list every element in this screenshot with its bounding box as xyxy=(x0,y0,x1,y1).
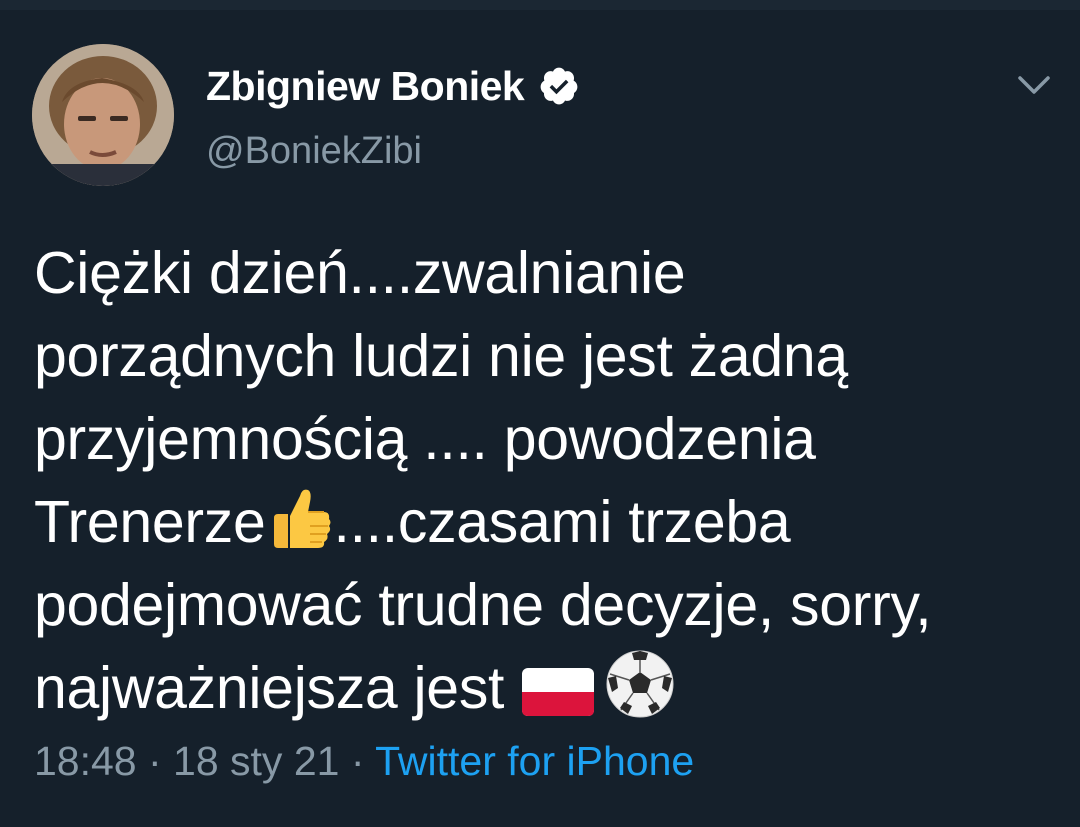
avatar[interactable] xyxy=(32,44,174,186)
soccer-ball-icon xyxy=(606,650,674,718)
tweet-line-part: ....czasami trzeba xyxy=(333,489,791,555)
tweet-time[interactable]: 18:48 xyxy=(34,738,137,784)
tweet-line-part: najważniejsza jest xyxy=(34,655,521,721)
tweet-line: podejmować trudne decyzje, sorry, xyxy=(34,572,932,638)
meta-separator: · xyxy=(136,738,174,784)
poland-flag-icon xyxy=(522,668,595,716)
tweet-line: przyjemnością .... powodzenia xyxy=(34,406,816,472)
tweet-line-part: Trenerze xyxy=(34,489,266,555)
tweet-line: Ciężki dzień....zwalnianie xyxy=(34,240,686,306)
chevron-down-icon[interactable] xyxy=(1014,70,1054,100)
tweet-line: najważniejsza jest xyxy=(34,647,1064,730)
tweet-line: Trenerze ....czasami trzeba xyxy=(34,481,1064,564)
thumbs-up-icon xyxy=(273,489,330,548)
author-name-row[interactable]: Zbigniew Boniek xyxy=(206,58,580,114)
tweet-source-link[interactable]: Twitter for iPhone xyxy=(375,738,694,784)
verified-badge-icon xyxy=(540,67,578,105)
author-display-name[interactable]: Zbigniew Boniek xyxy=(206,63,525,110)
tweet-line: porządnych ludzi nie jest żadną xyxy=(34,323,848,389)
tweet-meta: 18:48 · 18 sty 21 · Twitter for iPhone xyxy=(34,738,694,785)
meta-separator: · xyxy=(339,738,376,784)
author-handle[interactable]: @BoniekZibi xyxy=(206,130,422,173)
top-divider xyxy=(0,0,1080,10)
tweet-card: Zbigniew Boniek @BoniekZibi Ciężki dzień… xyxy=(0,0,1080,827)
tweet-date[interactable]: 18 sty 21 xyxy=(173,738,339,784)
tweet-text: Ciężki dzień....zwalnianie porządnych lu… xyxy=(34,232,1064,730)
